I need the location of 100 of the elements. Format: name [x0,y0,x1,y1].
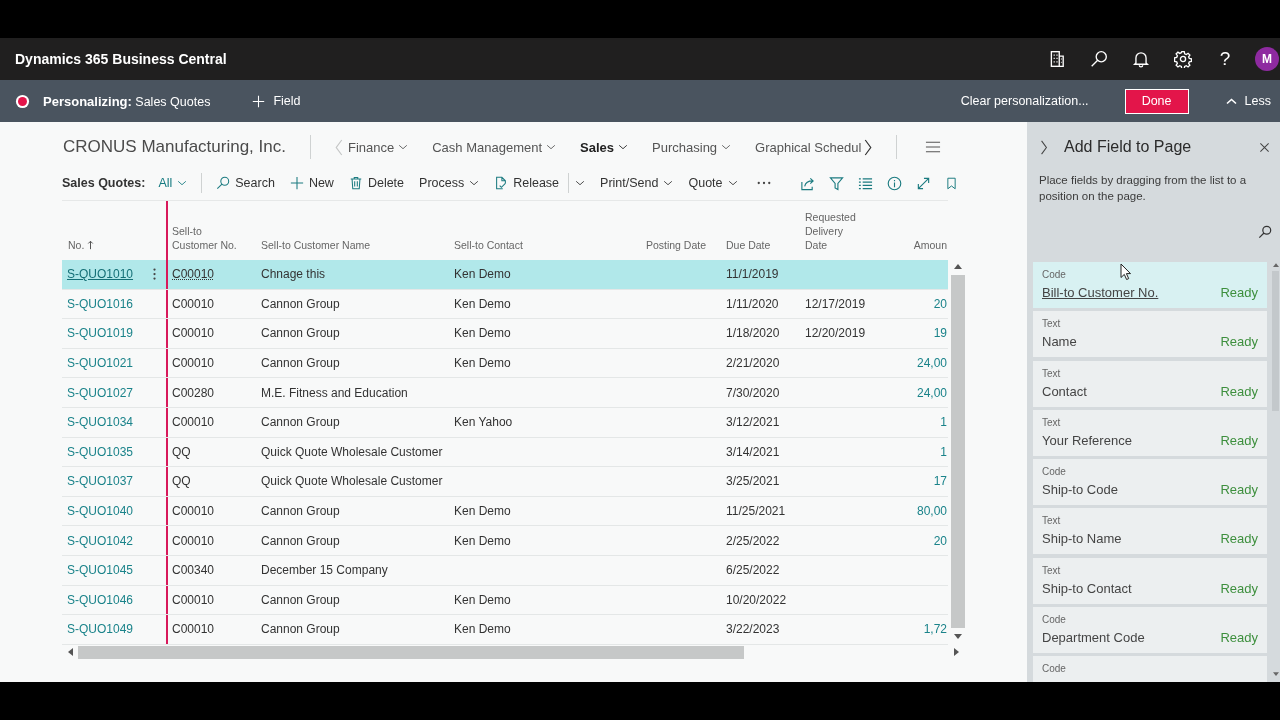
column-header[interactable]: Sell-to Contact [454,238,523,252]
caret-right-icon[interactable] [954,648,959,656]
menu-icon[interactable] [925,139,942,155]
table-cell: 1 [940,415,947,430]
less-button[interactable]: Less [1225,94,1271,108]
table-row[interactable]: S-QUO1042 C00010 Cannon Group Ken Demo 2/25/2022 20 [62,526,948,556]
record-link[interactable]: S-QUO1037 [67,474,134,489]
more-icon[interactable] [153,267,156,282]
field-card[interactable]: Text Contact Ready [1033,360,1267,407]
toolbar-button[interactable]: New [289,176,334,190]
table-cell: 12/20/2019 [805,326,866,341]
toolbar-button[interactable]: Release [494,176,560,190]
record-link[interactable]: S-QUO1045 [67,563,134,578]
record-link[interactable]: S-QUO1010 [67,267,134,282]
column-header[interactable]: Posting Date [645,238,706,252]
record-link[interactable]: S-QUO1040 [67,504,134,519]
record-link[interactable]: S-QUO1021 [67,356,134,371]
settings-icon[interactable] [1174,50,1192,68]
building-icon[interactable] [1048,50,1066,68]
table-row[interactable]: S-QUO1034 C00010 Cannon Group Ken Yahoo 3/12/2021 1 [62,407,948,438]
close-icon[interactable] [1259,141,1270,153]
table-row[interactable]: S-QUO1045 C00340 December 15 Company 6/25/2022 [62,555,948,586]
field-card[interactable]: Text Your Reference Ready [1033,409,1267,456]
field-card[interactable]: Code Ship-to Code Ready [1033,459,1267,506]
nav-tab[interactable]: Graphical Schedul [755,139,862,155]
user-avatar[interactable]: M [1255,47,1279,71]
add-field-button[interactable]: Field [252,94,301,108]
column-header[interactable]: No. [68,238,85,252]
table-row[interactable]: S-QUO1021 C00010 Cannon Group Ken Demo 2/21/2020 24,00 [62,348,948,379]
toolbar-button[interactable]: Delete [348,176,405,190]
field-card[interactable]: Code Bill-to Customer No. Ready [1033,262,1267,308]
more-icon[interactable] [756,181,771,185]
field-card[interactable]: Text Ship-to Name Ready [1033,508,1267,555]
table-cell: 2/25/2022 [726,533,780,548]
company-name: CRONUS Manufacturing, Inc. [63,137,286,157]
table-cell: Cannon Group [261,326,340,341]
table-row[interactable]: S-QUO1040 C00010 Cannon Group Ken Demo 11/25/2021 80,00 [62,496,948,527]
filter-icon[interactable] [829,175,844,191]
field-type: Text [1042,515,1061,528]
column-header[interactable]: Amoun [913,238,947,252]
table-cell: C00010 [172,622,215,637]
menu-button[interactable]: Process [419,176,480,190]
record-link[interactable]: S-QUO1049 [67,622,134,637]
record-link[interactable]: S-QUO1034 [67,415,134,430]
scrollbar-thumb[interactable] [78,645,744,659]
nav-tab[interactable]: Finance [347,139,409,155]
caret-up-icon[interactable] [1272,263,1279,267]
caret-left-icon[interactable] [68,648,73,656]
table-cell: Ken Demo [454,356,511,371]
bell-icon[interactable] [1132,50,1150,68]
share-icon[interactable] [800,175,815,191]
column-header[interactable]: Requested Delivery Date [805,210,865,252]
table-row[interactable]: S-QUO1035 QQ Quick Quote Wholesale Customer 3/14/2021 1 [62,437,948,468]
column-header[interactable]: Sell-to Customer Name [261,238,371,252]
column-header[interactable]: Sell-to Customer No. [172,224,248,252]
record-link[interactable]: S-QUO1035 [67,444,134,459]
table-row[interactable]: S-QUO1037 QQ Quick Quote Wholesale Customer 3/25/2021 17 [62,467,948,497]
help-button[interactable]: ? [1216,48,1234,70]
info-icon[interactable] [887,175,902,191]
caret-down-icon[interactable] [1272,672,1279,676]
caret-up-icon[interactable] [953,264,962,269]
chevron-right-icon[interactable] [1040,139,1048,155]
nav-tab[interactable]: Purchasing [652,139,732,155]
field-card[interactable]: Text Name Ready [1033,311,1267,358]
search-icon[interactable] [1258,225,1272,239]
record-link[interactable]: S-QUO1016 [67,296,134,311]
table-cell: 24,00 [916,356,947,371]
menu-button[interactable]: Print/Send [600,176,674,190]
table-row[interactable]: S-QUO1019 C00010 Cannon Group Ken Demo 1/18/2020 12/20/2019 19 [62,319,948,349]
chevron-down-icon[interactable] [575,180,586,186]
nav-tab[interactable]: Cash Management [432,139,557,155]
list-icon[interactable] [858,175,873,191]
record-link[interactable]: S-QUO1042 [67,533,134,548]
column-header[interactable]: Due Date [726,238,771,252]
toolbar-button[interactable]: Search [216,176,275,190]
field-card[interactable]: Code Department Code Ready [1033,607,1267,654]
caret-down-icon[interactable] [953,634,962,639]
nav-tab[interactable]: Sales [580,139,629,155]
table-cell: Cannon Group [261,415,340,430]
field-card[interactable]: Code [1033,656,1267,682]
field-status: Ready [1220,629,1258,647]
table-row[interactable]: S-QUO1046 C00010 Cannon Group Ken Demo 10/20/2022 [62,585,948,616]
menu-button[interactable]: Quote [688,176,738,190]
table-row[interactable]: S-QUO1010 C00010 Chnage this Ken Demo 11/1/2019 [62,260,948,290]
chevron-right-icon[interactable] [864,138,873,156]
done-button[interactable]: Done [1124,88,1189,114]
bookmark-icon[interactable] [945,175,958,191]
table-row[interactable]: S-QUO1027 C00280 M.E. Fitness and Education 7/30/2020 24,00 [62,378,948,408]
clear-personalization-button[interactable]: Clear personalization... [960,94,1089,108]
filter-dropdown[interactable]: All [158,176,188,190]
table-row[interactable]: S-QUO1049 C00010 Cannon Group Ken Demo 3/22/2023 1,72 [62,615,948,645]
field-card[interactable]: Text Ship-to Contact Ready [1033,557,1267,604]
search-icon[interactable] [1090,50,1108,68]
record-link[interactable]: S-QUO1027 [67,385,134,400]
scrollbar-thumb[interactable] [950,275,965,628]
expand-icon[interactable] [916,175,931,191]
table-cell: 10/20/2022 [726,592,787,607]
table-row[interactable]: S-QUO1016 C00010 Cannon Group Ken Demo 1/11/2020 12/17/2019 20 [62,289,948,320]
record-link[interactable]: S-QUO1046 [67,592,134,607]
record-link[interactable]: S-QUO1019 [67,326,134,341]
